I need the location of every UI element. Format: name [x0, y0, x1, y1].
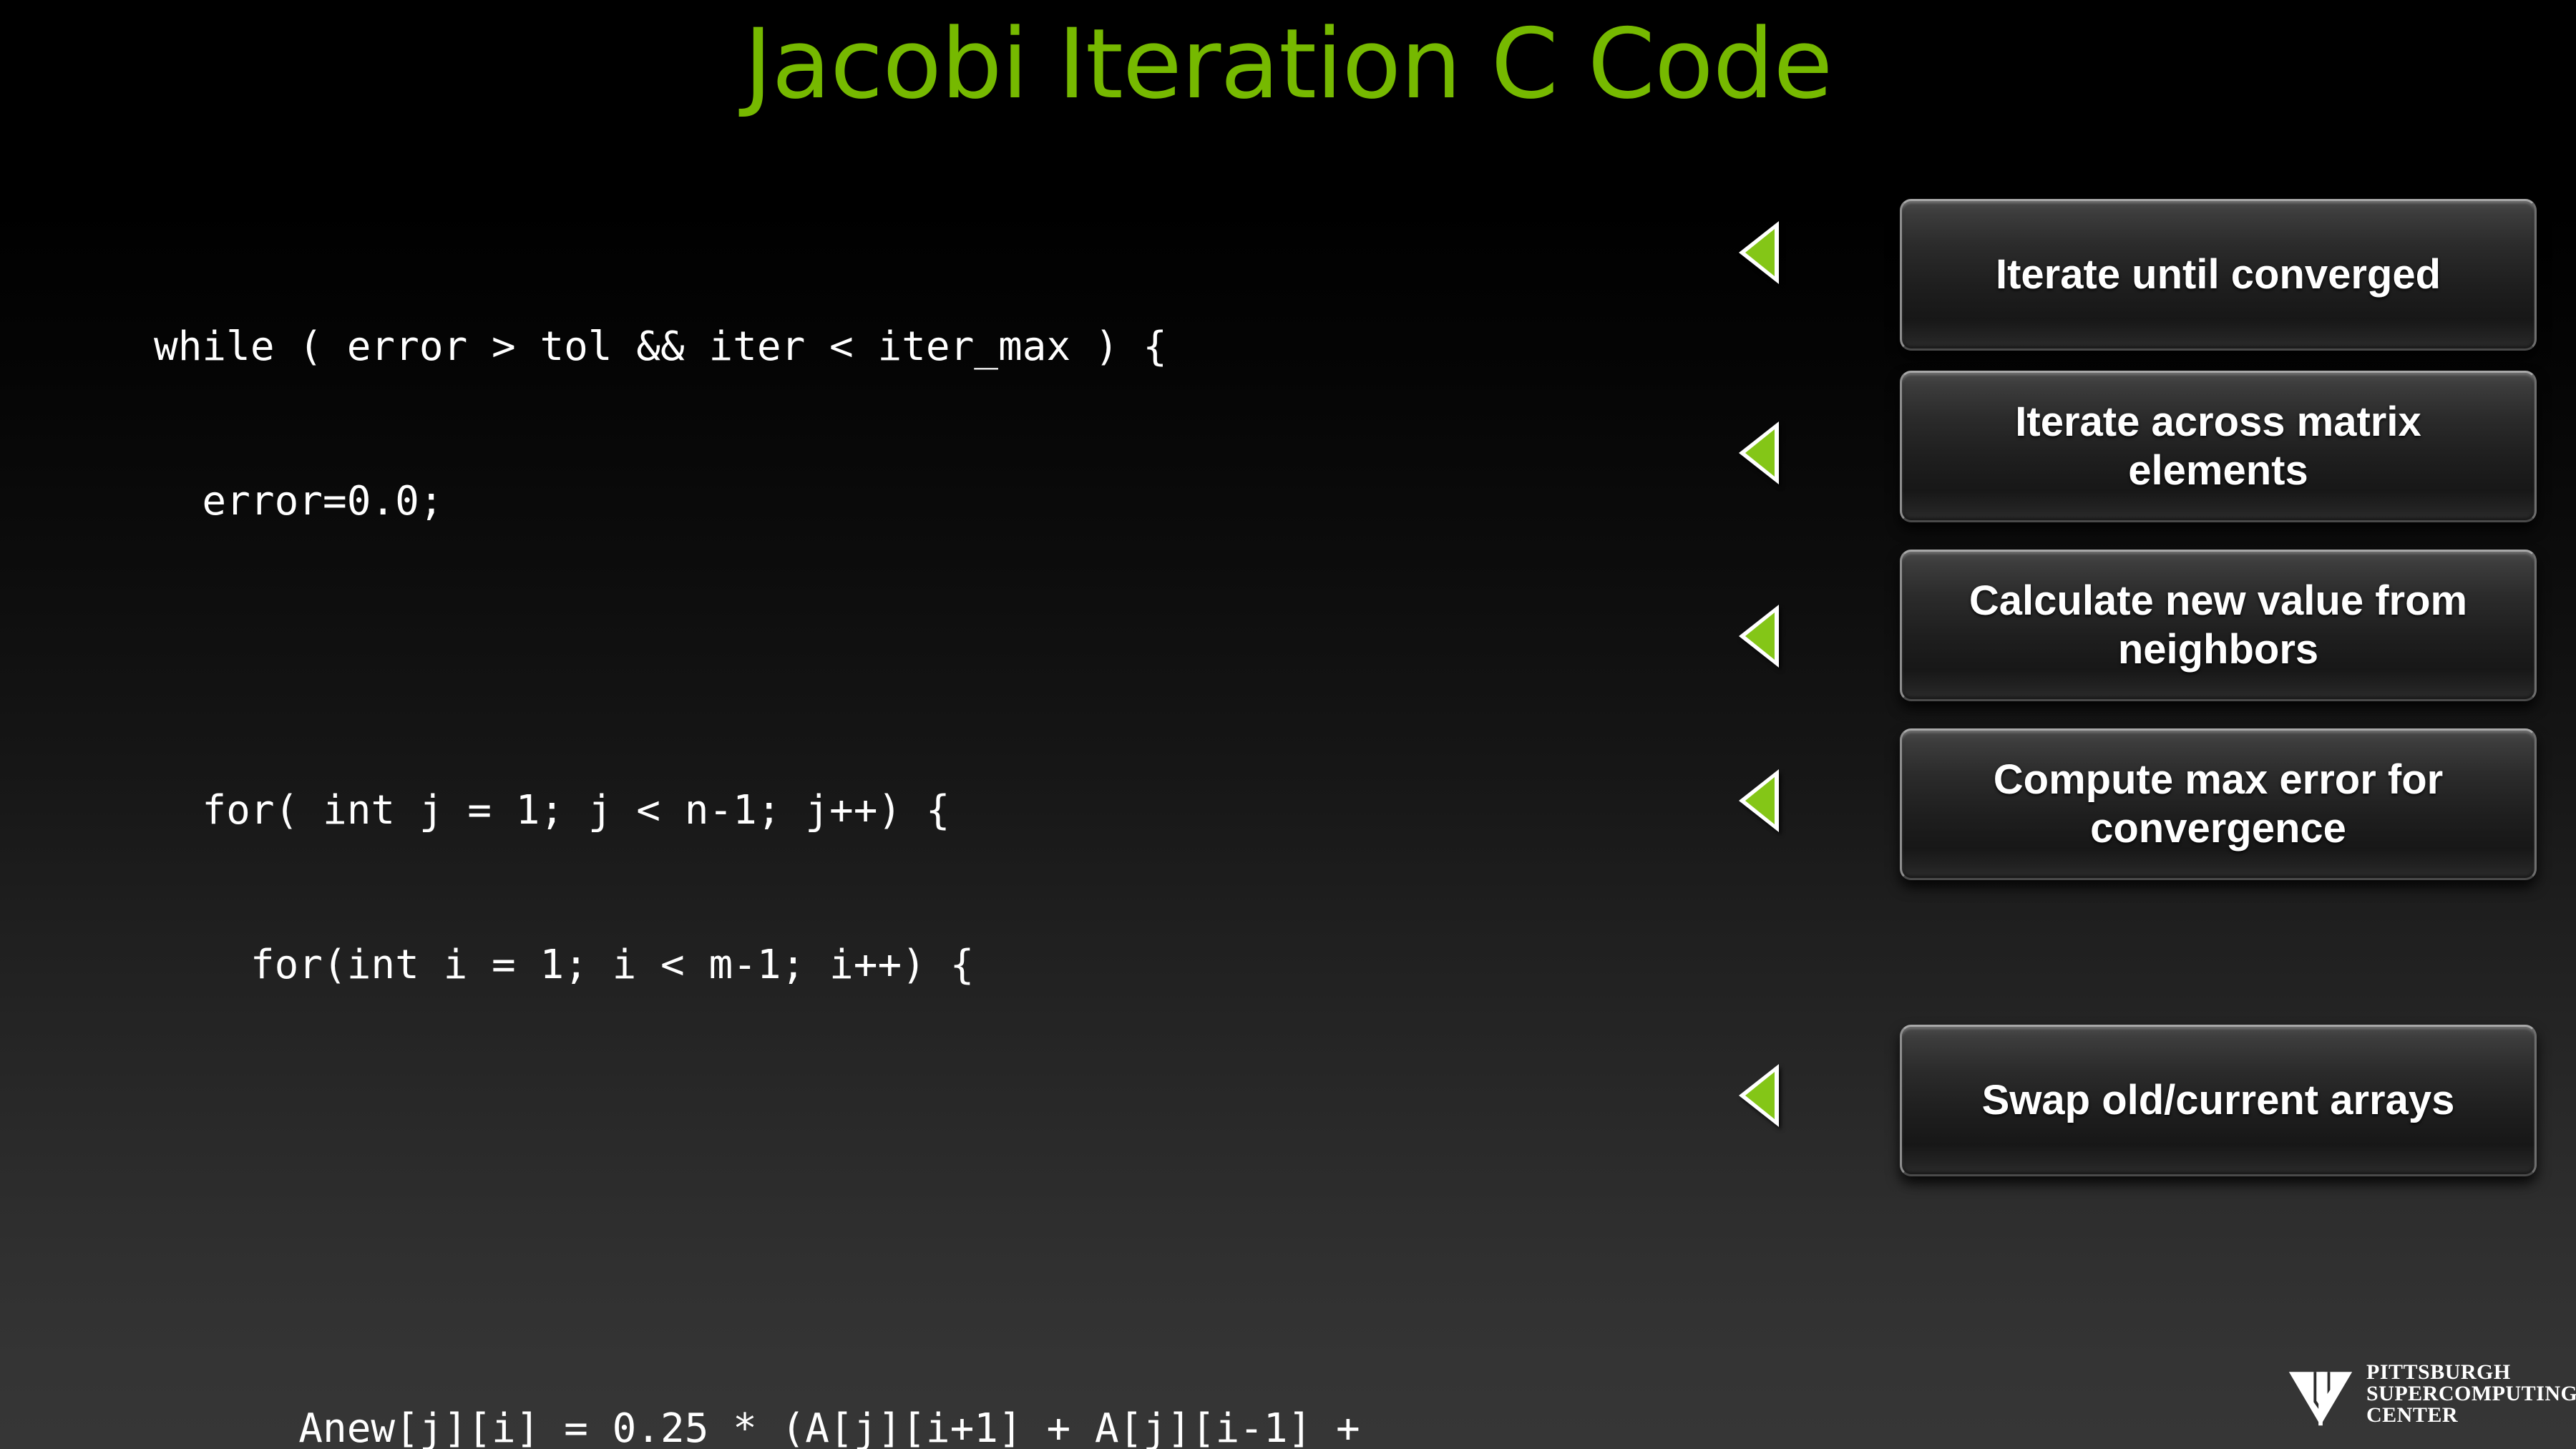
callout-label: Compute max error for convergence: [1993, 756, 2444, 852]
callout-label: Iterate across matrix elements: [2015, 398, 2421, 494]
left-triangle-icon: [1739, 1064, 1779, 1127]
code-line: for(int i = 1; i < m-1; i++) {: [154, 942, 975, 988]
left-triangle-icon: [1739, 769, 1779, 832]
callout-swap-old-current-arrays[interactable]: Swap old/current arrays: [1900, 1025, 2537, 1176]
slide-canvas: Jacobi Iteration C Code while ( error > …: [0, 0, 2576, 1449]
callout-iterate-across-matrix-elements[interactable]: Iterate across matrix elements: [1900, 371, 2537, 522]
psc-logo-line-3: CENTER: [2366, 1403, 2459, 1427]
code-line: for( int j = 1; j < n-1; j++) {: [154, 787, 950, 834]
code-block: while ( error > tol && iter < iter_max )…: [154, 218, 1714, 1449]
psc-triangle-icon: [2288, 1372, 2353, 1426]
callout-compute-max-error-for-convergence[interactable]: Compute max error for convergence: [1900, 728, 2537, 880]
psc-logo: PITTSBURGH SUPERCOMPUTING CENTER: [2286, 1360, 2576, 1428]
callout-label: Swap old/current arrays: [1981, 1076, 2455, 1123]
psc-logo-text: PITTSBURGH SUPERCOMPUTING CENTER: [2366, 1362, 2576, 1426]
psc-logo-line-2: SUPERCOMPUTING: [2366, 1382, 2576, 1405]
left-triangle-icon: [1739, 421, 1779, 484]
callout-label: Calculate new value from neighbors: [1968, 577, 2468, 673]
callout-label: Iterate until converged: [1995, 250, 2441, 298]
left-triangle-icon: [1739, 221, 1779, 284]
callout-iterate-until-converged[interactable]: Iterate until converged: [1900, 199, 2537, 351]
callout-calculate-new-value-from-neighbors[interactable]: Calculate new value from neighbors: [1900, 550, 2537, 701]
left-triangle-icon: [1739, 605, 1779, 668]
code-line: Anew[j][i] = 0.25 * (A[j][i+1] + A[j][i-…: [154, 1405, 1360, 1449]
code-line: error=0.0;: [154, 478, 444, 525]
page-title: Jacobi Iteration C Code: [743, 8, 1833, 120]
psc-logo-line-1: PITTSBURGH: [2366, 1360, 2511, 1384]
code-line: while ( error > tol && iter < iter_max )…: [154, 323, 1168, 370]
